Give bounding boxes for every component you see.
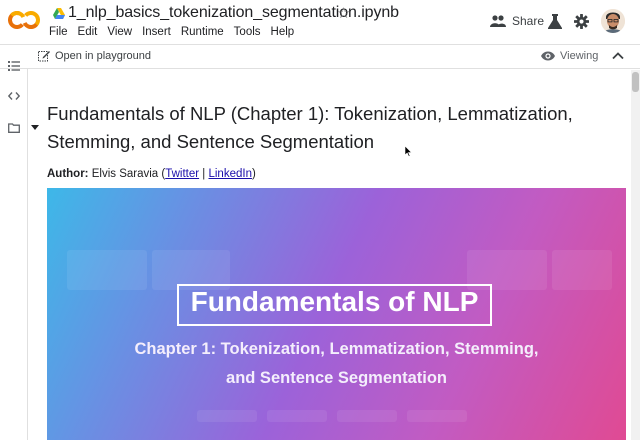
banner-title: Fundamentals of NLP — [190, 286, 479, 317]
menu-bar: File Edit View Insert Runtime Tools Help — [49, 26, 304, 38]
banner-bg-shape — [267, 410, 327, 422]
collapse-section-arrow-icon[interactable] — [31, 125, 39, 130]
menu-file[interactable]: File — [49, 26, 68, 38]
banner-bg-shape — [197, 410, 257, 422]
viewing-label: Viewing — [560, 50, 599, 62]
flask-icon[interactable] — [548, 14, 562, 29]
menu-tools[interactable]: Tools — [234, 26, 261, 38]
viewing-mode-button[interactable]: Viewing — [541, 50, 598, 62]
menu-insert[interactable]: Insert — [142, 26, 171, 38]
share-button[interactable]: Share — [490, 14, 544, 28]
author-label: Author: — [47, 168, 89, 180]
colab-logo-icon[interactable] — [8, 9, 40, 31]
user-avatar[interactable] — [601, 9, 625, 33]
eye-icon — [541, 51, 555, 61]
people-icon — [490, 15, 506, 27]
table-of-contents-icon[interactable] — [8, 60, 20, 72]
star-icon[interactable]: ☆ — [337, 4, 350, 22]
edit-icon — [38, 51, 50, 62]
author-line: Author: Elvis Saravia (Twitter | LinkedI… — [47, 168, 256, 180]
share-label: Share — [512, 14, 545, 28]
banner-subtitle-line1: Chapter 1: Tokenization, Lemmatization, … — [134, 340, 539, 358]
author-close: ) — [251, 168, 256, 180]
playground-label: Open in playground — [55, 50, 152, 62]
banner-subtitle-line2: and Sentence Segmentation — [226, 369, 447, 387]
gear-icon[interactable] — [574, 14, 589, 29]
linkedin-link[interactable]: LinkedIn — [208, 168, 251, 180]
notebook-heading: Fundamentals of NLP (Chapter 1): Tokeniz… — [47, 103, 573, 152]
open-in-playground-button[interactable]: Open in playground — [38, 50, 151, 62]
google-drive-icon[interactable] — [53, 8, 65, 19]
vertical-scrollbar[interactable] — [631, 70, 640, 440]
chapter-banner-image: Fundamentals of NLP Chapter 1: Tokenizat… — [47, 188, 626, 440]
banner-bg-shape — [407, 410, 467, 422]
menu-help[interactable]: Help — [271, 26, 295, 38]
code-snippets-icon[interactable] — [8, 90, 20, 102]
mouse-pointer-icon — [405, 146, 413, 157]
scrollbar-thumb[interactable] — [632, 72, 639, 92]
folder-icon[interactable] — [8, 122, 20, 134]
author-name: Elvis Saravia ( — [91, 168, 166, 180]
chevron-up-icon[interactable] — [612, 51, 624, 61]
twitter-link[interactable]: Twitter — [165, 168, 199, 180]
menu-edit[interactable]: Edit — [78, 26, 98, 38]
banner-bg-shape — [67, 250, 147, 290]
notebook-toolbar: Open in playground Viewing — [0, 44, 640, 69]
menu-view[interactable]: View — [107, 26, 132, 38]
banner-bg-shape — [337, 410, 397, 422]
menu-runtime[interactable]: Runtime — [181, 26, 224, 38]
banner-bg-shape — [552, 250, 612, 290]
left-sidebar — [0, 61, 28, 440]
app-header: 1_nlp_basics_tokenization_segmentation.i… — [0, 0, 640, 44]
